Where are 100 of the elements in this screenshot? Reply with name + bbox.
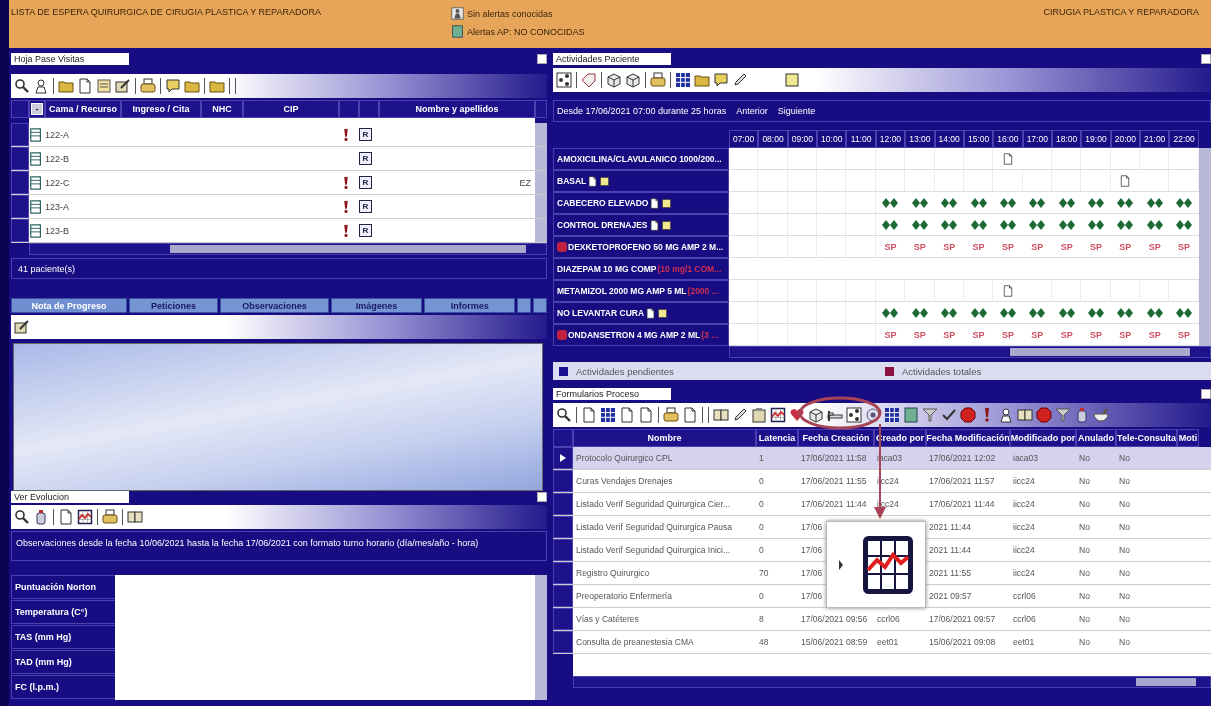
diamonds-icon[interactable]: [970, 197, 987, 208]
row-header[interactable]: [553, 447, 573, 469]
checkbox[interactable]: [1201, 53, 1211, 64]
column-header[interactable]: CIP: [243, 100, 339, 118]
document-icon[interactable]: [77, 78, 93, 94]
status-code[interactable]: SP: [1031, 329, 1044, 340]
column-header[interactable]: Anulado: [1076, 429, 1116, 447]
printer-icon[interactable]: [663, 407, 679, 423]
tag-icon[interactable]: [581, 72, 597, 88]
bubble-icon[interactable]: [713, 72, 729, 88]
document-icon[interactable]: [58, 509, 74, 525]
column-header[interactable]: Tele-Consulta: [1116, 429, 1177, 447]
status-code[interactable]: SP: [913, 329, 926, 340]
column-header[interactable]: Modificado por: [1010, 429, 1076, 447]
scroll-right-button[interactable]: [533, 298, 547, 313]
diamonds-icon[interactable]: [882, 219, 899, 230]
activity-label[interactable]: CABECERO ELEVADO: [557, 198, 649, 208]
scrollbar[interactable]: [535, 219, 547, 242]
box-icon[interactable]: [625, 72, 641, 88]
row-header[interactable]: ONDANSETRON 4 MG AMP 2 ML(3 ...: [553, 324, 729, 346]
share-icon[interactable]: [846, 407, 862, 423]
card-icon[interactable]: [29, 199, 43, 214]
diamonds-icon[interactable]: [1146, 197, 1163, 208]
document-icon[interactable]: [682, 407, 698, 423]
next-link[interactable]: Siguiente: [777, 106, 816, 116]
folder-icon[interactable]: [694, 72, 710, 88]
box-icon[interactable]: [606, 72, 622, 88]
checkbox[interactable]: [1201, 388, 1211, 399]
printer-icon[interactable]: [102, 509, 118, 525]
filter-icon[interactable]: [922, 407, 938, 423]
search-icon[interactable]: [14, 509, 30, 525]
tab[interactable]: Imágenes: [331, 298, 423, 313]
status-code[interactable]: SP: [1090, 329, 1102, 340]
chart-icon[interactable]: [770, 407, 786, 423]
document-icon[interactable]: [1119, 173, 1132, 188]
status-code[interactable]: SP: [1060, 329, 1073, 340]
activity-label[interactable]: CONTROL DRENAJES: [557, 220, 648, 230]
diamonds-icon[interactable]: [1176, 197, 1193, 208]
column-header[interactable]: Nombre: [573, 429, 756, 447]
diamonds-icon[interactable]: [1176, 219, 1193, 230]
grid-icon[interactable]: [884, 407, 900, 423]
status-code[interactable]: SP: [972, 329, 985, 340]
column-header[interactable]: Ingreso / Cita: [121, 100, 201, 118]
column-header[interactable]: Nombre y apellidos: [379, 100, 535, 118]
activity-label[interactable]: BASAL: [557, 176, 587, 186]
grid-icon[interactable]: [675, 72, 691, 88]
bottle-icon[interactable]: [33, 509, 49, 525]
diamonds-icon[interactable]: [1029, 219, 1046, 230]
diamonds-icon[interactable]: [970, 307, 987, 318]
scrollbar[interactable]: [535, 171, 547, 194]
book-icon[interactable]: [713, 407, 729, 423]
scrollbar-thumb[interactable]: [1136, 678, 1196, 686]
column-header[interactable]: NHC: [201, 100, 243, 118]
status-code[interactable]: SP: [943, 329, 956, 340]
activity-label[interactable]: AMOXICILINA/CLAVULANICO 1000/200...: [557, 154, 722, 164]
edit-icon[interactable]: [14, 319, 30, 335]
edit-icon[interactable]: [115, 78, 131, 94]
card-icon[interactable]: [29, 175, 43, 190]
search-icon[interactable]: [14, 78, 30, 94]
folder-icon[interactable]: [58, 78, 74, 94]
tab[interactable]: Informes: [424, 298, 516, 313]
heart-icon[interactable]: [789, 407, 805, 423]
search-icon[interactable]: [556, 407, 572, 423]
person-icon[interactable]: [33, 78, 49, 94]
document-icon[interactable]: [1001, 283, 1014, 298]
activity-label[interactable]: DIAZEPAM 10 MG COMP: [557, 264, 657, 274]
record-tag[interactable]: R: [359, 176, 372, 189]
diamonds-icon[interactable]: [941, 219, 958, 230]
status-code[interactable]: SP: [1119, 329, 1132, 340]
table-row[interactable]: 122-C R EZ: [11, 171, 547, 195]
diamonds-icon[interactable]: [999, 197, 1016, 208]
record-tag[interactable]: R: [359, 200, 372, 213]
scrollbar-thumb[interactable]: [170, 245, 526, 253]
table-row[interactable]: 123-B R: [11, 219, 547, 243]
column-header[interactable]: Latencia: [756, 429, 798, 447]
diamonds-icon[interactable]: [1117, 197, 1134, 208]
diamonds-icon[interactable]: [941, 307, 958, 318]
row-header[interactable]: CABECERO ELEVADO: [553, 192, 729, 214]
table-row[interactable]: Consulta de preanestesia CMA 48 15/06/2021 08:59 eet01 15/06/2021 09:08 eet01 No No: [553, 631, 1211, 654]
diamonds-icon[interactable]: [1146, 307, 1163, 318]
card-icon[interactable]: [29, 151, 43, 166]
diamonds-icon[interactable]: [1058, 197, 1075, 208]
document-icon[interactable]: [1001, 151, 1014, 166]
diamonds-icon[interactable]: [1117, 219, 1134, 230]
status-code[interactable]: SP: [1148, 241, 1161, 252]
diamonds-icon[interactable]: [1088, 197, 1104, 208]
status-code[interactable]: SP: [1060, 241, 1073, 252]
column-header[interactable]: Cama / Recurso: [45, 100, 121, 118]
row-header[interactable]: METAMIZOL 2000 MG AMP 5 ML(2000 ...: [553, 280, 729, 302]
column-header[interactable]: Fecha Modificación: [926, 429, 1010, 447]
card-icon[interactable]: [29, 223, 43, 238]
row-header[interactable]: DEXKETOPROFENO 50 MG AMP 2 M...: [553, 236, 729, 258]
column-header[interactable]: Moti: [1177, 429, 1199, 447]
previous-link[interactable]: Anterior: [736, 106, 768, 116]
table-row[interactable]: 122-A R: [11, 123, 547, 147]
status-code[interactable]: SP: [1178, 329, 1191, 340]
row-header[interactable]: DIAZEPAM 10 MG COMP(10 mg/1 COM...: [553, 258, 729, 280]
row-header[interactable]: BASAL: [553, 170, 729, 192]
status-code[interactable]: SP: [913, 241, 926, 252]
note-icon[interactable]: [784, 72, 800, 88]
